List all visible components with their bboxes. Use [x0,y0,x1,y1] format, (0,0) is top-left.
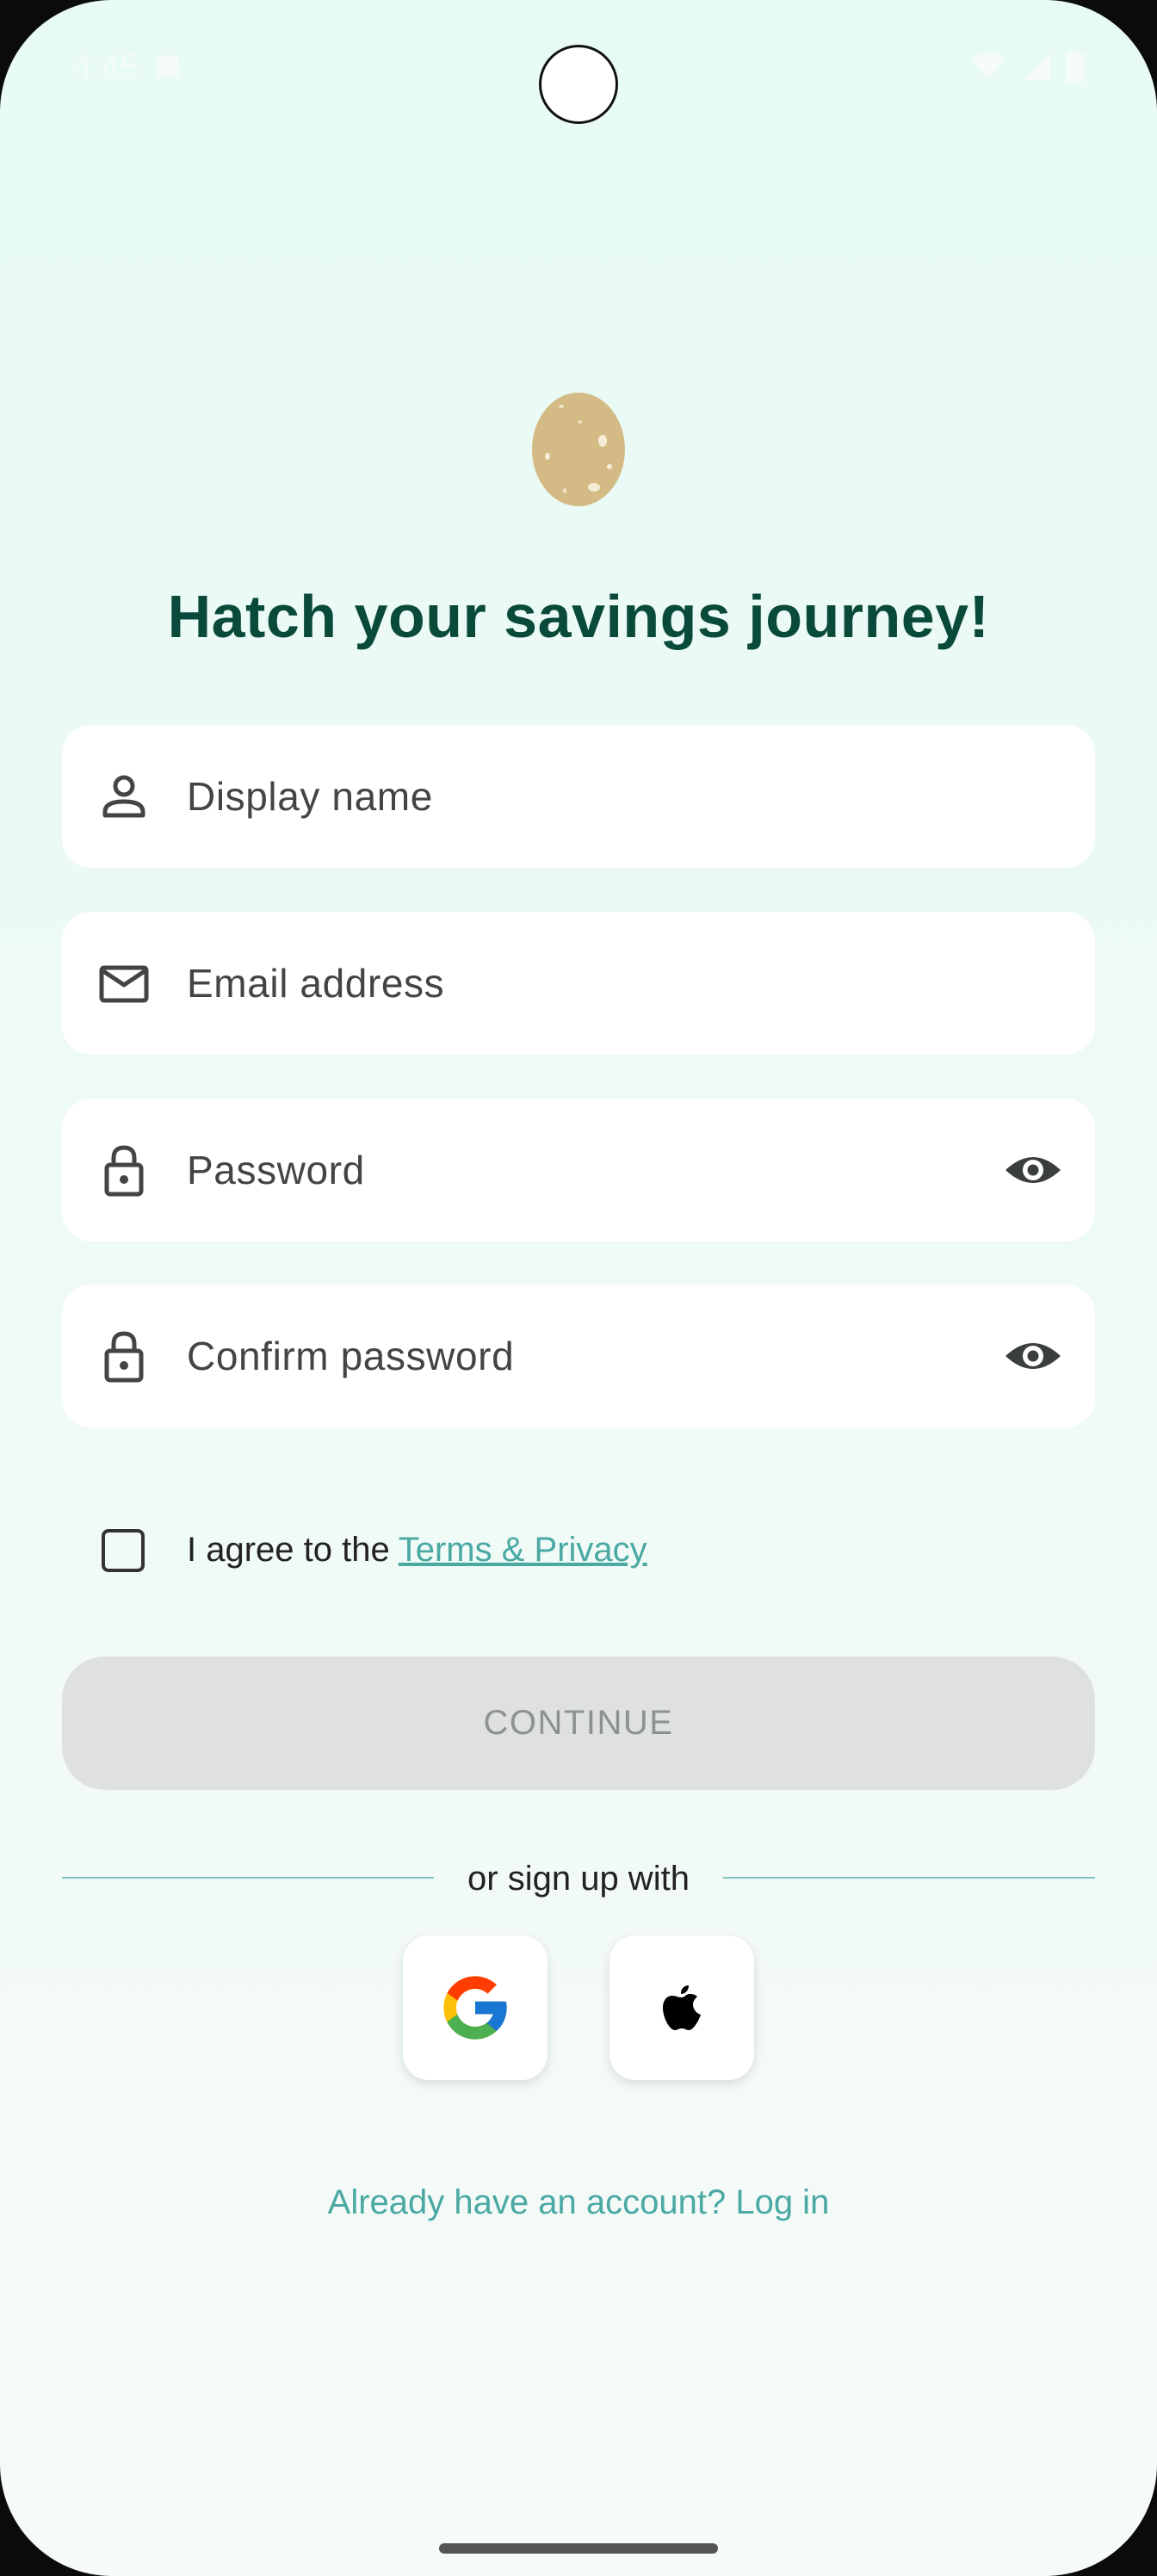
login-link[interactable]: Already have an account? Log in [0,2183,1157,2222]
social-divider: or sign up with [62,1860,1095,1898]
terms-agreement: I agree to the Terms & Privacy [62,1512,1095,1595]
agreement-prefix: I agree to the [187,1531,390,1569]
home-indicator[interactable] [439,2543,718,2554]
divider-line [723,1877,1095,1879]
egg-logo-icon [532,393,625,506]
person-icon [102,775,145,818]
apple-signup-button[interactable] [609,1935,754,2080]
front-camera [539,45,618,124]
eye-icon[interactable] [1002,1325,1064,1387]
battery-icon [1066,50,1085,83]
display-name-field[interactable]: Display name [62,725,1095,868]
password-placeholder: Password [187,1148,365,1192]
page-title: Hatch your savings journey! [167,583,990,650]
divider-label: or sign up with [467,1860,690,1898]
status-time: 4:45 [72,48,139,86]
google-signup-button[interactable] [403,1935,548,2080]
confirm-password-placeholder: Confirm password [187,1334,515,1378]
terms-privacy-link[interactable]: Terms & Privacy [399,1531,647,1569]
email-field[interactable]: Email address [62,912,1095,1055]
eye-icon[interactable] [1002,1139,1064,1201]
continue-button[interactable]: CONTINUE [62,1656,1095,1790]
status-bar: 4:45 [0,0,1157,129]
phone-screen: 4:45 Hatch your savings journey! Display… [0,0,1157,2576]
notification-icon [157,55,179,77]
mail-icon [99,965,149,1003]
email-placeholder: Email address [187,961,445,1006]
signal-icon [1023,53,1050,80]
agreement-text: I agree to the Terms & Privacy [187,1531,647,1570]
apple-icon [663,1985,701,2030]
lock-icon [104,1145,144,1197]
display-name-placeholder: Display name [187,774,433,819]
confirm-password-field[interactable]: Confirm password [62,1285,1095,1427]
password-field[interactable]: Password [62,1099,1095,1242]
google-icon [443,1976,507,2040]
lock-icon [104,1331,144,1383]
status-icons [969,50,1085,83]
wifi-icon [971,53,1005,80]
terms-checkbox[interactable] [102,1529,145,1572]
